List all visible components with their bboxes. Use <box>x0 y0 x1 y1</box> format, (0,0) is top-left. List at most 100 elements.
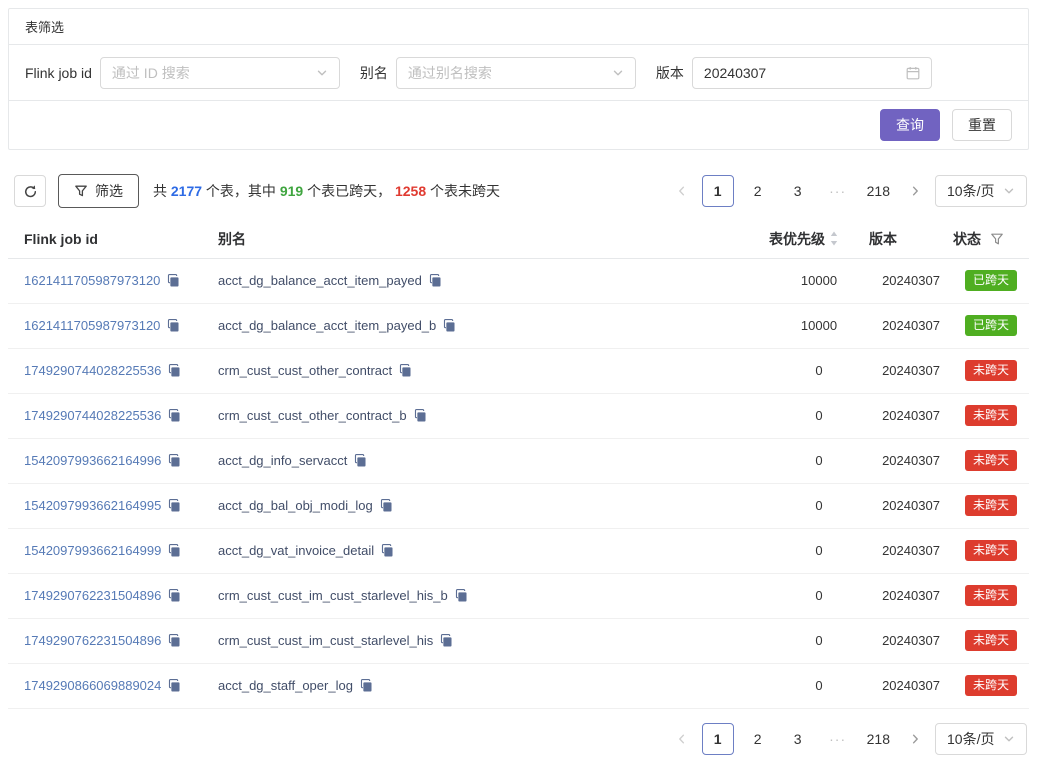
version-cell: 20240307 <box>869 258 953 303</box>
alias-link[interactable]: crm_cust_cust_im_cust_starlevel_his_b <box>218 588 448 603</box>
status-cell: 未跨天 <box>953 438 1029 483</box>
status-cell: 未跨天 <box>953 528 1029 573</box>
table-row: 1749290744028225536 crm_cust_cust_other_… <box>8 348 1029 393</box>
prev-page-button[interactable] <box>670 723 694 755</box>
page-size-select[interactable]: 10条/页 <box>935 723 1027 755</box>
column-header-alias: 别名 <box>218 220 769 258</box>
flink-job-id-link[interactable]: 1542097993662164999 <box>24 543 161 558</box>
alias-link[interactable]: crm_cust_cust_im_cust_starlevel_his <box>218 633 433 648</box>
copy-icon[interactable] <box>167 274 180 287</box>
flink-job-id-link[interactable]: 1749290762231504896 <box>24 633 161 648</box>
flink-job-id-link[interactable]: 1749290866069889024 <box>24 678 161 693</box>
copy-icon[interactable] <box>168 409 181 422</box>
column-header-priority[interactable]: 表优先级 <box>769 220 869 258</box>
summary-part: 个表已跨天， <box>303 183 395 199</box>
alias-link[interactable]: acct_dg_staff_oper_log <box>218 678 353 693</box>
next-page-button[interactable] <box>903 723 927 755</box>
priority-cell: 0 <box>769 438 869 483</box>
flink-job-id-link[interactable]: 1542097993662164995 <box>24 498 161 513</box>
priority-cell: 0 <box>769 483 869 528</box>
table-row: 1749290762231504896 crm_cust_cust_im_cus… <box>8 573 1029 618</box>
copy-icon[interactable] <box>380 499 393 512</box>
page-size-select[interactable]: 10条/页 <box>935 175 1027 207</box>
flink-job-id-cell: 1621411705987973120 <box>8 303 218 348</box>
copy-icon[interactable] <box>381 544 394 557</box>
status-cell: 未跨天 <box>953 663 1029 708</box>
page-button-1[interactable]: 1 <box>702 175 734 207</box>
page-items: 123···218 <box>702 175 895 207</box>
page-button-3[interactable]: 3 <box>782 723 814 755</box>
bottom-bar: 123···218 10条/页 <box>14 723 1027 755</box>
alias-link[interactable]: crm_cust_cust_other_contract <box>218 363 392 378</box>
alias-link[interactable]: acct_dg_balance_acct_item_payed_b <box>218 318 436 333</box>
copy-icon[interactable] <box>455 589 468 602</box>
reset-button[interactable]: 重置 <box>952 109 1012 141</box>
status-cell: 已跨天 <box>953 303 1029 348</box>
copy-icon[interactable] <box>168 544 181 557</box>
chevron-down-icon <box>612 67 624 79</box>
version-cell: 20240307 <box>869 483 953 528</box>
status-cell: 已跨天 <box>953 258 1029 303</box>
alias-cell: crm_cust_cust_im_cust_starlevel_his <box>218 618 769 663</box>
alias-link[interactable]: acct_dg_info_servacct <box>218 453 347 468</box>
field-flink-job-id: Flink job id 通过 ID 搜索 <box>25 57 340 89</box>
status-badge: 未跨天 <box>965 630 1017 651</box>
flink-job-id-select[interactable]: 通过 ID 搜索 <box>100 57 340 89</box>
version-date-input[interactable]: 20240307 <box>692 57 932 89</box>
copy-icon[interactable] <box>167 319 180 332</box>
copy-icon[interactable] <box>399 364 412 377</box>
copy-icon[interactable] <box>414 409 427 422</box>
query-button[interactable]: 查询 <box>880 109 940 141</box>
copy-icon[interactable] <box>168 634 181 647</box>
copy-icon[interactable] <box>168 454 181 467</box>
flink-job-id-link[interactable]: 1621411705987973120 <box>24 318 160 333</box>
copy-icon[interactable] <box>168 364 181 377</box>
priority-cell: 0 <box>769 663 869 708</box>
copy-icon[interactable] <box>168 679 181 692</box>
page-button-1[interactable]: 1 <box>702 723 734 755</box>
alias-select[interactable]: 通过别名搜索 <box>396 57 636 89</box>
flink-job-id-cell: 1542097993662164999 <box>8 528 218 573</box>
status-badge: 未跨天 <box>965 360 1017 381</box>
alias-link[interactable]: acct_dg_balance_acct_item_payed <box>218 273 422 288</box>
page-button-2[interactable]: 2 <box>742 723 774 755</box>
copy-icon[interactable] <box>443 319 456 332</box>
chevron-down-icon <box>316 67 328 79</box>
flink-job-id-link[interactable]: 1749290762231504896 <box>24 588 161 603</box>
page-button-3[interactable]: 3 <box>782 175 814 207</box>
copy-icon[interactable] <box>360 679 373 692</box>
copy-icon[interactable] <box>168 499 181 512</box>
page-button-2[interactable]: 2 <box>742 175 774 207</box>
alias-cell: acct_dg_balance_acct_item_payed <box>218 258 769 303</box>
alias-link[interactable]: crm_cust_cust_other_contract_b <box>218 408 407 423</box>
table-row: 1621411705987973120 acct_dg_balance_acct… <box>8 303 1029 348</box>
flink-job-id-link[interactable]: 1621411705987973120 <box>24 273 160 288</box>
next-page-button[interactable] <box>903 175 927 207</box>
flink-job-id-link[interactable]: 1542097993662164996 <box>24 453 161 468</box>
copy-icon[interactable] <box>354 454 367 467</box>
flink-job-id-cell: 1749290762231504896 <box>8 618 218 663</box>
filter-toggle-button[interactable]: 筛选 <box>58 174 139 208</box>
copy-icon[interactable] <box>168 589 181 602</box>
prev-page-button[interactable] <box>670 175 694 207</box>
priority-cell: 0 <box>769 393 869 438</box>
alias-link[interactable]: acct_dg_vat_invoice_detail <box>218 543 374 558</box>
page-button-218[interactable]: 218 <box>862 175 895 207</box>
field-version: 版本 20240307 <box>656 57 932 89</box>
alias-link[interactable]: acct_dg_bal_obj_modi_log <box>218 498 373 513</box>
refresh-button[interactable] <box>14 175 46 207</box>
alias-cell: acct_dg_vat_invoice_detail <box>218 528 769 573</box>
page-button-218[interactable]: 218 <box>862 723 895 755</box>
flink-job-id-link[interactable]: 1749290744028225536 <box>24 408 161 423</box>
sorter-icon[interactable] <box>829 230 839 247</box>
alias-cell: crm_cust_cust_other_contract_b <box>218 393 769 438</box>
copy-icon[interactable] <box>429 274 442 287</box>
priority-cell: 0 <box>769 573 869 618</box>
column-header-version: 版本 <box>869 220 953 258</box>
summary-text: 共 2177 个表，其中 919 个表已跨天， 1258 个表未跨天 <box>153 181 500 201</box>
flink-job-id-link[interactable]: 1749290744028225536 <box>24 363 161 378</box>
filter-icon[interactable] <box>991 233 1003 245</box>
copy-icon[interactable] <box>440 634 453 647</box>
data-table: Flink job id 别名 表优先级 版本 状态 <box>8 220 1029 709</box>
table-row: 1542097993662164999 acct_dg_vat_invoice_… <box>8 528 1029 573</box>
